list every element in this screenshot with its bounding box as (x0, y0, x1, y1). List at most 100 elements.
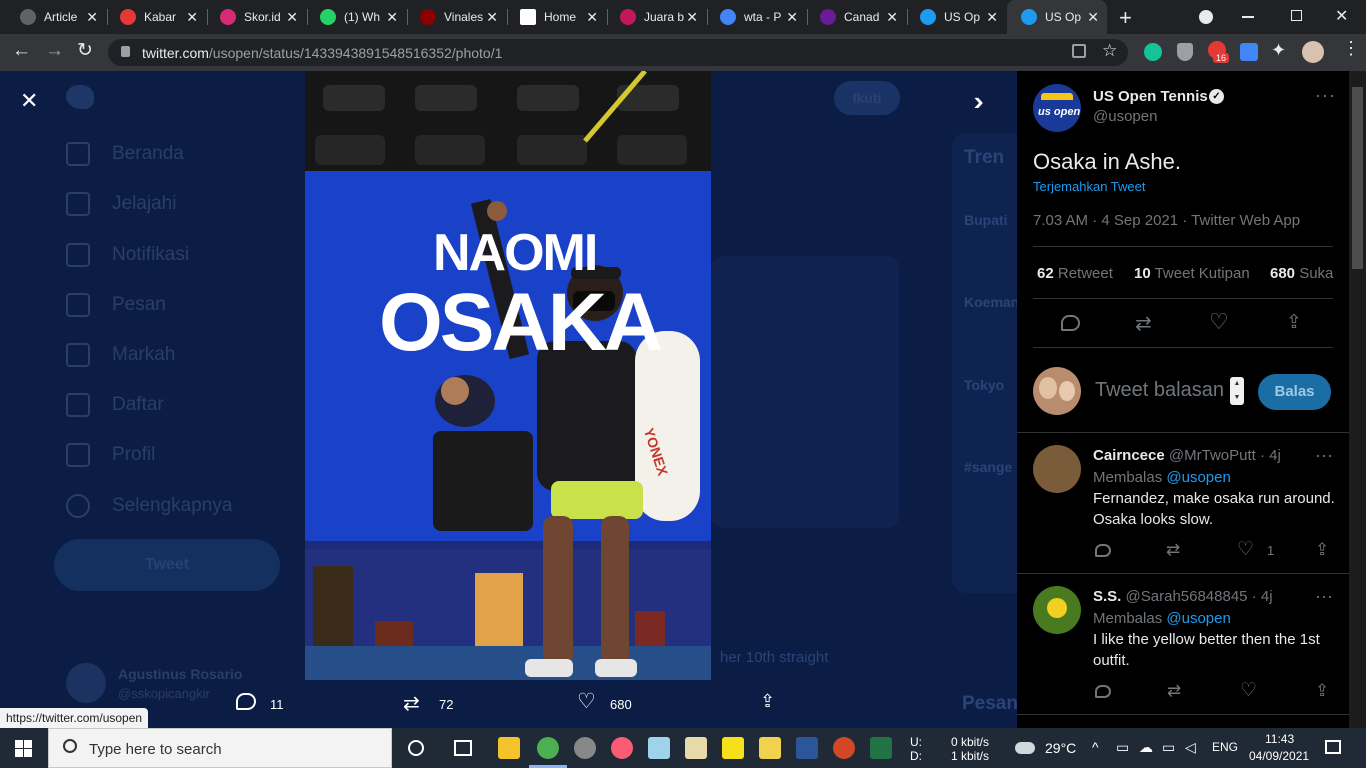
author-avatar[interactable]: us open (1033, 84, 1081, 132)
tab-whatsapp[interactable]: (1) Wh ✕ (306, 0, 406, 34)
reload-icon[interactable]: ↻ (77, 39, 93, 62)
weather-cloud-icon[interactable] (1015, 742, 1035, 754)
tab-juara[interactable]: Juara b ✕ (606, 0, 706, 34)
translate-tweet-link[interactable]: Terjemahkan Tweet (1033, 179, 1146, 194)
tab-vinales[interactable]: Vinales ✕ (406, 0, 506, 34)
share-icon[interactable]: ⇪ (1315, 681, 1329, 701)
more-options-icon[interactable]: ··· (1315, 85, 1336, 106)
app-icon[interactable] (648, 737, 670, 759)
tab-usopen-active[interactable]: US Op ✕ (1007, 0, 1107, 34)
like-stat[interactable]: 680 Suka (1270, 265, 1333, 282)
tab-skor[interactable]: Skor.id ✕ (206, 0, 306, 34)
reply-author-name[interactable]: Cairncece (1093, 447, 1165, 464)
close-tab-icon[interactable]: ✕ (286, 9, 298, 26)
shield-icon[interactable] (1177, 43, 1193, 61)
tab-canad[interactable]: Canad ✕ (806, 0, 906, 34)
reply-input[interactable]: Tweet balasan (1095, 379, 1224, 402)
excel-icon[interactable] (870, 737, 892, 759)
scrollbar-thumb[interactable] (1352, 87, 1363, 269)
tab-google-wta[interactable]: wta - P ✕ (706, 0, 806, 34)
close-tab-icon[interactable]: ✕ (186, 9, 198, 26)
notification-center-icon[interactable] (1325, 740, 1341, 754)
back-icon[interactable]: ← (12, 40, 31, 62)
tab-usopen-1[interactable]: US Op ✕ (906, 0, 1006, 34)
reply-author-name[interactable]: S.S. (1093, 588, 1121, 605)
translate-icon[interactable] (1240, 43, 1258, 61)
profile-avatar[interactable] (1302, 41, 1324, 63)
share-icon[interactable]: ⇪ (1315, 540, 1329, 560)
close-tab-icon[interactable]: ✕ (386, 9, 398, 26)
media-player-icon[interactable] (574, 737, 596, 759)
replying-to-handle[interactable]: @usopen (1166, 469, 1230, 486)
network-icon[interactable]: ▭ (1116, 739, 1129, 756)
chrome-icon[interactable] (537, 737, 559, 759)
word-icon[interactable] (796, 737, 818, 759)
tab-home[interactable]: Home ✕ (506, 0, 606, 34)
close-window-icon[interactable]: ✕ (1335, 6, 1348, 26)
scrollbar[interactable] (1349, 71, 1366, 728)
retweet-stat[interactable]: 62 Retweet (1037, 265, 1113, 282)
itunes-icon[interactable] (611, 737, 633, 759)
reply-icon[interactable] (236, 693, 256, 710)
forward-icon[interactable]: → (45, 40, 64, 62)
reply-author-handle[interactable]: @MrTwoPutt (1169, 447, 1256, 464)
close-tab-icon[interactable]: ✕ (1087, 9, 1099, 26)
new-tab-icon[interactable]: + (1119, 5, 1132, 31)
like-heart-icon[interactable]: ♡ (1240, 679, 1257, 702)
reply-icon[interactable] (1061, 315, 1080, 331)
close-tab-icon[interactable]: ✕ (486, 9, 498, 26)
volume-icon[interactable]: ◁ (1185, 739, 1196, 756)
like-heart-icon[interactable]: ♡ (577, 689, 596, 714)
sticky-notes-icon[interactable] (722, 737, 744, 759)
reply-icon[interactable] (1095, 544, 1111, 557)
like-heart-icon[interactable]: ♡ (1237, 538, 1254, 561)
author-name[interactable]: US Open Tennis (1093, 88, 1208, 105)
windows-start-icon[interactable] (15, 740, 32, 757)
close-tab-icon[interactable]: ✕ (86, 9, 98, 26)
more-options-icon[interactable]: ··· (1315, 586, 1333, 607)
like-heart-icon[interactable]: ♡ (1209, 309, 1229, 335)
menu-kebab-icon[interactable]: ⋮ (1342, 38, 1360, 59)
books-icon[interactable] (685, 737, 707, 759)
reply-button[interactable]: Balas (1258, 374, 1331, 410)
retweet-icon[interactable]: ⇄ (1135, 311, 1152, 336)
clock-date[interactable]: 04/09/2021 (1249, 749, 1309, 763)
player-icon[interactable] (759, 737, 781, 759)
powerpoint-icon[interactable] (833, 737, 855, 759)
author-handle[interactable]: @usopen (1093, 108, 1157, 125)
close-tab-icon[interactable]: ✕ (886, 9, 898, 26)
retweet-icon[interactable]: ⇄ (403, 691, 420, 716)
language-indicator[interactable]: ENG (1212, 740, 1238, 754)
more-options-icon[interactable]: ··· (1315, 445, 1333, 466)
minimize-icon[interactable] (1242, 16, 1254, 18)
install-app-icon[interactable] (1072, 44, 1086, 58)
close-tab-icon[interactable]: ✕ (786, 9, 798, 26)
reply-author-handle[interactable]: @Sarah56848845 (1126, 588, 1248, 605)
replying-to-handle[interactable]: @usopen (1166, 610, 1230, 627)
reply-icon[interactable] (1095, 685, 1111, 698)
chevron-up-icon[interactable]: ^ (1092, 739, 1099, 755)
close-icon[interactable]: ✕ (20, 88, 38, 114)
address-bar[interactable]: twitter.com/usopen/status/14339438915485… (108, 39, 1128, 66)
quote-stat[interactable]: 10 Tweet Kutipan (1134, 265, 1250, 282)
close-tab-icon[interactable]: ✕ (686, 9, 698, 26)
share-icon[interactable]: ⇪ (760, 691, 775, 712)
file-explorer-icon[interactable] (498, 737, 520, 759)
close-tab-icon[interactable]: ✕ (586, 9, 598, 26)
weather-temperature[interactable]: 29°C (1045, 740, 1076, 756)
taskbar-search[interactable]: Type here to search (48, 728, 392, 768)
cortana-icon[interactable] (408, 740, 424, 756)
puzzle-icon[interactable]: ✦ (1271, 40, 1286, 61)
onedrive-icon[interactable]: ☁ (1139, 739, 1153, 756)
spinner-arrows-icon[interactable]: ▲ ▼ (1230, 377, 1244, 405)
tab-kabar[interactable]: Kabar ✕ (106, 0, 206, 34)
tab-article[interactable]: Article ✕ (6, 0, 106, 34)
task-view-icon[interactable] (454, 740, 472, 756)
battery-icon[interactable]: ▭ (1162, 739, 1175, 756)
grammarly-icon[interactable] (1144, 43, 1162, 61)
close-tab-icon[interactable]: ✕ (986, 9, 998, 26)
clock-time[interactable]: 11:43 (1265, 732, 1294, 746)
restore-icon[interactable] (1291, 10, 1302, 21)
share-icon[interactable]: ⇪ (1286, 311, 1302, 334)
bookmark-star-icon[interactable]: ☆ (1102, 41, 1117, 61)
